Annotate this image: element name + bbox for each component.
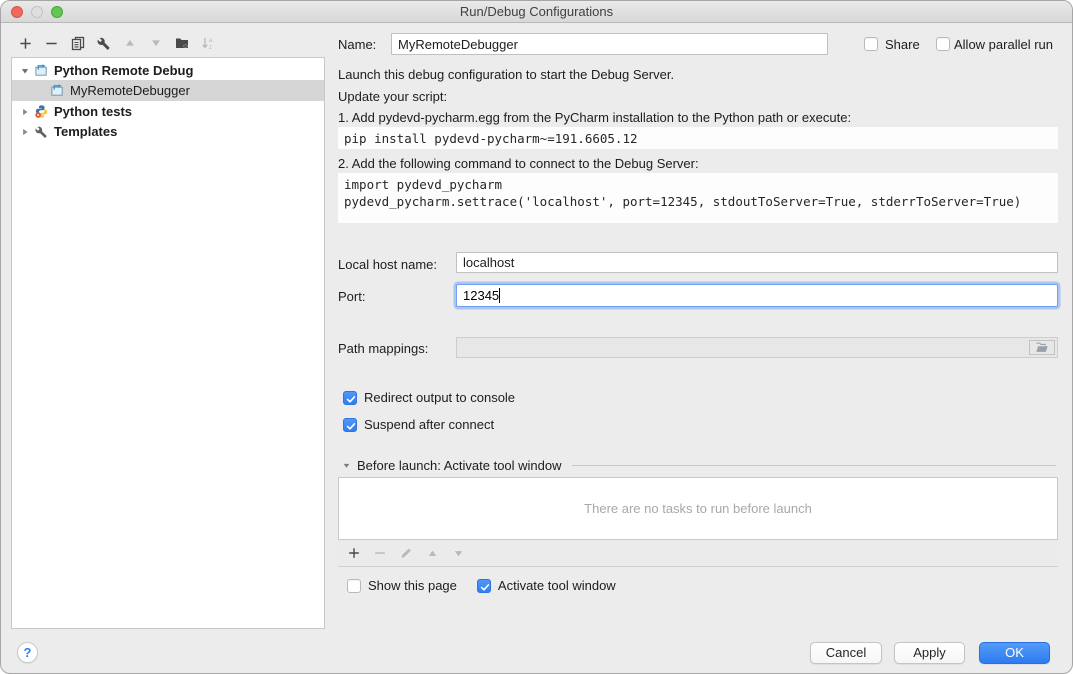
- sort-alphabetically-icon: az: [199, 35, 216, 52]
- configurations-tree: Python Remote Debug MyRemoteDebugger Pyt…: [11, 57, 325, 629]
- allow-parallel-run-checkbox[interactable]: [936, 37, 950, 51]
- instruction-step-1: 1. Add pydevd-pycharm.egg from the PyCha…: [338, 110, 851, 126]
- chevron-down-icon: [342, 461, 351, 470]
- tree-item-templates[interactable]: Templates: [12, 121, 324, 142]
- ok-button[interactable]: OK: [979, 642, 1050, 664]
- run-debug-configurations-dialog: Run/Debug Configurations az: [0, 0, 1073, 674]
- python-remote-debug-icon: [33, 63, 49, 79]
- text-cursor: [499, 288, 500, 303]
- suspend-after-connect-label: Suspend after connect: [364, 417, 494, 432]
- add-icon[interactable]: [346, 545, 362, 561]
- configurations-toolbar: az: [17, 34, 216, 52]
- templates-wrench-icon: [33, 124, 49, 140]
- window-title: Run/Debug Configurations: [1, 1, 1072, 23]
- svg-text:z: z: [209, 45, 212, 51]
- settrace-code: import pydevd_pycharm pydevd_pycharm.set…: [338, 173, 1058, 223]
- before-launch-toolbar: [338, 540, 1058, 567]
- suspend-after-connect-checkbox[interactable]: [343, 418, 357, 432]
- local-host-name-label: Local host name:: [338, 257, 437, 272]
- port-field-wrapper: [456, 284, 1058, 307]
- instruction-step-2: 2. Add the following command to connect …: [338, 156, 699, 172]
- chevron-right-icon[interactable]: [19, 126, 31, 138]
- path-mappings-field-wrapper: [456, 337, 1058, 358]
- settrace-code-line-1: import pydevd_pycharm: [344, 177, 502, 192]
- settrace-code-line-2: pydevd_pycharm.settrace('localhost', por…: [344, 194, 1021, 209]
- share-checkbox[interactable]: [864, 37, 878, 51]
- path-mappings-label: Path mappings:: [338, 341, 428, 356]
- instruction-line-1: Launch this debug configuration to start…: [338, 67, 674, 83]
- redirect-output-checkbox[interactable]: [343, 391, 357, 405]
- edit-defaults-wrench-icon[interactable]: [95, 35, 112, 52]
- local-host-name-input[interactable]: [456, 252, 1058, 273]
- redirect-output-label: Redirect output to console: [364, 390, 515, 405]
- before-launch-header[interactable]: Before launch: Activate tool window: [342, 458, 1056, 473]
- page-options-row: Show this page Activate tool window: [347, 578, 616, 593]
- tree-item-python-tests[interactable]: Python tests: [12, 101, 324, 122]
- suspend-after-connect-row: Suspend after connect: [343, 417, 494, 432]
- copy-icon[interactable]: [69, 35, 86, 52]
- chevron-down-icon[interactable]: [19, 65, 31, 77]
- apply-button[interactable]: Apply: [894, 642, 965, 664]
- share-label: Share: [885, 37, 920, 52]
- titlebar: Run/Debug Configurations: [1, 1, 1072, 23]
- name-input[interactable]: [391, 33, 828, 55]
- move-down-icon: [147, 35, 164, 52]
- activate-tool-window-label: Activate tool window: [498, 578, 616, 593]
- move-up-icon: [424, 545, 440, 561]
- port-input[interactable]: [456, 284, 1058, 307]
- tree-item-label: Python tests: [54, 104, 132, 119]
- cancel-button[interactable]: Cancel: [810, 642, 882, 664]
- before-launch-task-list[interactable]: There are no tasks to run before launch: [338, 477, 1058, 540]
- activate-tool-window-checkbox[interactable]: [477, 579, 491, 593]
- empty-tasks-message: There are no tasks to run before launch: [584, 501, 812, 516]
- remove-icon[interactable]: [43, 35, 60, 52]
- pip-install-code: pip install pydevd-pycharm~=191.6605.12: [338, 127, 1058, 149]
- port-label: Port:: [338, 289, 365, 304]
- instruction-line-2: Update your script:: [338, 89, 447, 105]
- tree-item-my-remote-debugger[interactable]: MyRemoteDebugger: [12, 80, 324, 101]
- chevron-right-icon[interactable]: [19, 106, 31, 118]
- tree-item-label: MyRemoteDebugger: [70, 83, 190, 98]
- add-icon[interactable]: [17, 35, 34, 52]
- new-folder-icon[interactable]: [173, 35, 190, 52]
- show-this-page-checkbox[interactable]: [347, 579, 361, 593]
- remove-icon: [372, 545, 388, 561]
- allow-parallel-run-label: Allow parallel run: [954, 37, 1053, 52]
- python-tests-icon: [33, 104, 49, 120]
- python-remote-debug-icon: [49, 83, 65, 99]
- svg-text:a: a: [209, 38, 213, 44]
- help-icon[interactable]: ?: [17, 642, 38, 663]
- path-mappings-input[interactable]: [457, 338, 1057, 357]
- section-divider: [572, 465, 1056, 466]
- redirect-output-row: Redirect output to console: [343, 390, 515, 405]
- tree-item-python-remote-debug[interactable]: Python Remote Debug: [12, 60, 324, 81]
- tree-item-label: Python Remote Debug: [54, 63, 193, 78]
- before-launch-title: Before launch: Activate tool window: [357, 458, 562, 473]
- browse-folder-icon[interactable]: [1029, 340, 1055, 355]
- move-up-icon: [121, 35, 138, 52]
- show-this-page-label: Show this page: [368, 578, 457, 593]
- move-down-icon: [450, 545, 466, 561]
- tree-item-label: Templates: [54, 124, 117, 139]
- name-label: Name:: [338, 37, 376, 52]
- edit-pencil-icon: [398, 545, 414, 561]
